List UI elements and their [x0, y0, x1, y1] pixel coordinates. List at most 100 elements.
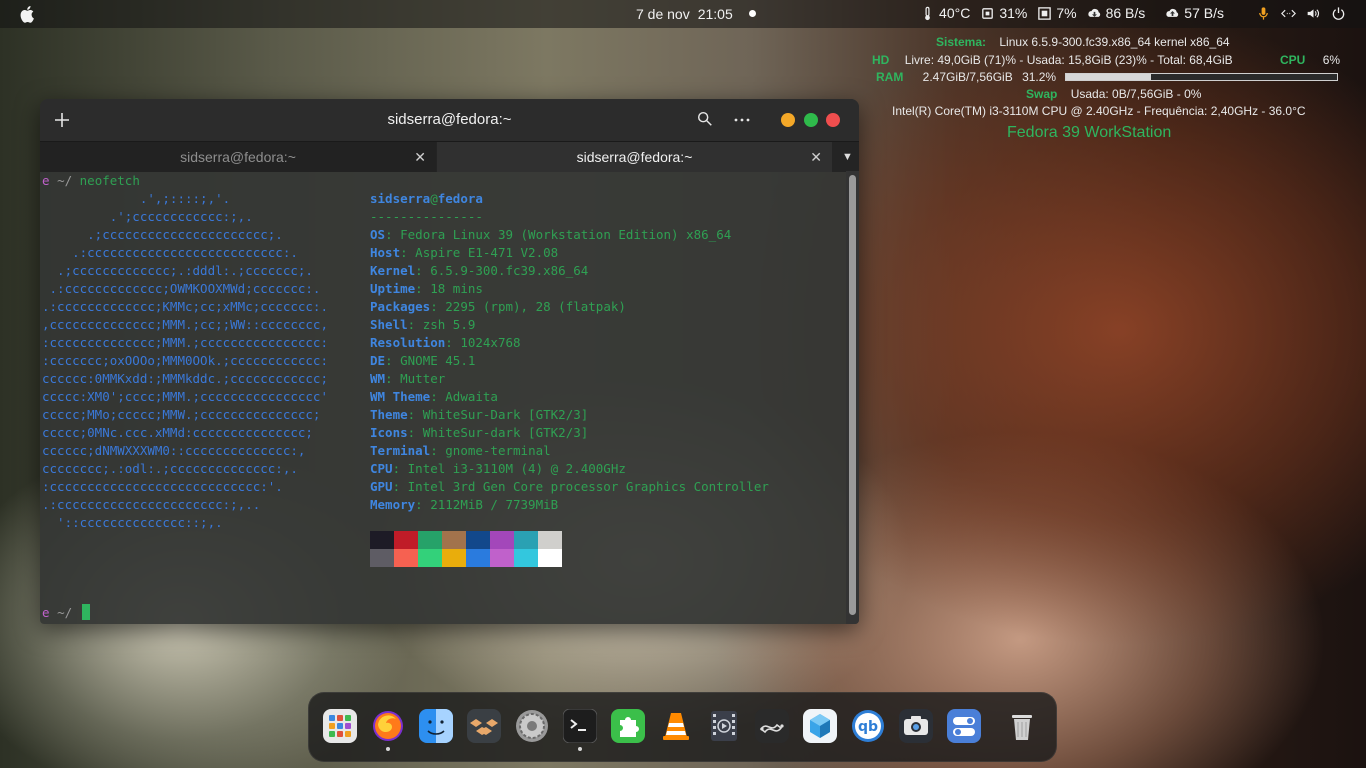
info-value: 1024x768	[460, 335, 521, 350]
microphone-indicator[interactable]	[1256, 6, 1271, 21]
info-line: Memory: 2112MiB / 7739MiB	[370, 497, 559, 512]
dock-app-terminal[interactable]	[563, 709, 597, 743]
running-indicator	[386, 747, 390, 751]
info-line: Terminal: gnome-terminal	[370, 443, 551, 458]
logo-line: ccccc:XM0';cccc;MMM.;cccccccccccccccc'	[42, 389, 328, 404]
qbittorrent-icon: qb	[852, 710, 884, 742]
dock-app-trash[interactable]	[1005, 709, 1039, 743]
dock-app-tweaks[interactable]	[947, 709, 981, 743]
clock[interactable]: 7 de nov 21:05	[636, 6, 733, 22]
apple-logo-icon[interactable]	[18, 4, 38, 24]
info-value: Adwaita	[445, 389, 498, 404]
palette-swatch	[394, 531, 418, 549]
volume-indicator[interactable]	[1306, 6, 1321, 21]
cpu-indicator[interactable]: 31%	[980, 5, 1027, 21]
minimize-button[interactable]	[781, 113, 795, 127]
tab-2[interactable]: sidserra@fedora:~ ✕	[437, 142, 832, 172]
text-cursor	[82, 604, 90, 620]
memory-indicator[interactable]: 7%	[1037, 5, 1077, 21]
dock-app-screenshot[interactable]	[899, 709, 933, 743]
info-value: Fedora Linux 39 (Workstation Edition) x8…	[400, 227, 732, 242]
at-sign: @	[430, 191, 438, 206]
dock-app-firefox[interactable]	[371, 709, 405, 743]
palette-swatch	[514, 549, 538, 567]
temperature-indicator[interactable]: 40°C	[920, 5, 970, 21]
info-line: CPU: Intel i3-3110M (4) @ 2.400GHz	[370, 461, 626, 476]
conky-swap-row: Swap Usada: 0B/7,56GiB - 0%	[1026, 87, 1201, 101]
dock-app-dropbox[interactable]	[467, 709, 501, 743]
logo-line: ccccc;0MNc.ccc.xMMd:ccccccccccccccc;	[42, 425, 313, 440]
hd-label: HD	[872, 53, 890, 67]
palette-swatch	[538, 531, 562, 549]
svg-text:qb: qb	[858, 719, 878, 735]
tab-1-close-icon[interactable]: ✕	[414, 142, 426, 172]
terminal-content[interactable]: e ~/ neofetch .',;::::;,'. .';cccccccccc…	[40, 171, 846, 624]
palette-swatch	[466, 531, 490, 549]
prompt-symbol: e	[42, 173, 50, 188]
settings-icon	[516, 710, 548, 742]
logo-line: :cccccccccccccccccccccccccccc:'.	[42, 479, 283, 494]
status-area[interactable]: 40°C 31% 7% 86 B/s 57 B/s	[920, 5, 1346, 21]
tab-2-close-icon[interactable]: ✕	[810, 142, 822, 172]
vlc-icon	[663, 713, 689, 740]
finder-icon	[419, 709, 453, 743]
close-window-button[interactable]	[826, 113, 840, 127]
logo-line: .:ccccccccccccc;OWMKOOXMWd;ccccccc:.	[42, 281, 321, 296]
tab-1[interactable]: sidserra@fedora:~ ✕	[40, 142, 436, 172]
menu-button[interactable]	[732, 110, 752, 130]
ram-label: RAM	[876, 70, 904, 84]
logo-line: cccccc:0MMKxdd:;MMMkddc.;cccccccccccc;	[42, 371, 328, 386]
memory-icon	[1038, 6, 1052, 20]
dock-app-settings[interactable]	[515, 709, 549, 743]
logo-line: .:cccccccccccccccccccccc:;,..	[42, 497, 261, 512]
terminal-titlebar[interactable]: sidserra@fedora:~	[40, 99, 859, 141]
info-key: DE	[370, 353, 386, 368]
more-icon	[734, 118, 750, 122]
info-value: 2112MiB / 7739MiB	[430, 497, 559, 512]
palette-swatch	[370, 531, 394, 549]
network-indicator[interactable]	[1281, 6, 1296, 21]
tab-bar: sidserra@fedora:~ ✕ sidserra@fedora:~ ✕ …	[40, 141, 859, 172]
logo-line: '::cccccccccccccc::;,.	[42, 515, 223, 530]
palette-swatch	[490, 549, 514, 567]
time-label: 21:05	[697, 6, 733, 22]
swap-value: Usada: 0B/7,56GiB - 0%	[1070, 87, 1202, 101]
info-key: Resolution	[370, 335, 446, 350]
scrollbar[interactable]	[846, 171, 859, 624]
scrollbar-thumb[interactable]	[849, 175, 856, 615]
conky-ram-row: RAM 2.47GiB/7,56GiB 31.2%	[876, 70, 1056, 84]
ram-percent: 31.2%	[1022, 70, 1057, 84]
info-value: gnome-terminal	[445, 443, 551, 458]
info-key: Terminal	[370, 443, 431, 458]
cpu-value: 31%	[999, 5, 1028, 21]
dock-app-qbittorrent[interactable]: qb	[851, 709, 885, 743]
download-value: 86 B/s	[1105, 5, 1146, 21]
top-bar: 7 de nov 21:05 40°C 31% 7% 86 B/s 57 B/s	[0, 0, 1366, 28]
trash-icon	[1012, 715, 1032, 740]
memory-value: 7%	[1056, 5, 1077, 21]
dock-app-inkscape[interactable]	[755, 709, 789, 743]
tab-list-chevron-down-icon[interactable]: ▼	[836, 142, 859, 172]
dock-app-virtualbox[interactable]	[803, 709, 837, 743]
conky-system-row: Sistema: Linux 6.5.9-300.fc39.x86_64 ker…	[936, 35, 1230, 49]
palette-swatch	[466, 549, 490, 567]
dock-app-video-player[interactable]	[707, 709, 741, 743]
grid-icon	[323, 709, 357, 743]
download-indicator[interactable]: 86 B/s	[1087, 5, 1146, 21]
conky-cpu-row: CPU 6%	[1280, 53, 1340, 67]
dock-app-vlc[interactable]	[659, 709, 693, 743]
dock-app-app-grid[interactable]	[323, 709, 357, 743]
terminal-window[interactable]: sidserra@fedora:~ sidserra@fedora:~ ✕ si…	[40, 99, 859, 624]
cloud-download-icon	[1087, 8, 1100, 17]
maximize-button[interactable]	[804, 113, 818, 127]
power-button[interactable]	[1331, 6, 1346, 21]
search-button[interactable]	[695, 110, 715, 130]
upload-indicator[interactable]: 57 B/s	[1165, 5, 1224, 21]
info-separator: ---------------	[370, 209, 483, 224]
dock: qb	[308, 692, 1057, 762]
swap-label: Swap	[1026, 87, 1058, 101]
logo-line: .:ccccccccccccc;KMMc;cc;xMMc;ccccccc:.	[42, 299, 328, 314]
dock-app-files[interactable]	[419, 709, 453, 743]
cpu-label: CPU	[1280, 53, 1306, 67]
dock-app-extensions[interactable]	[611, 709, 645, 743]
